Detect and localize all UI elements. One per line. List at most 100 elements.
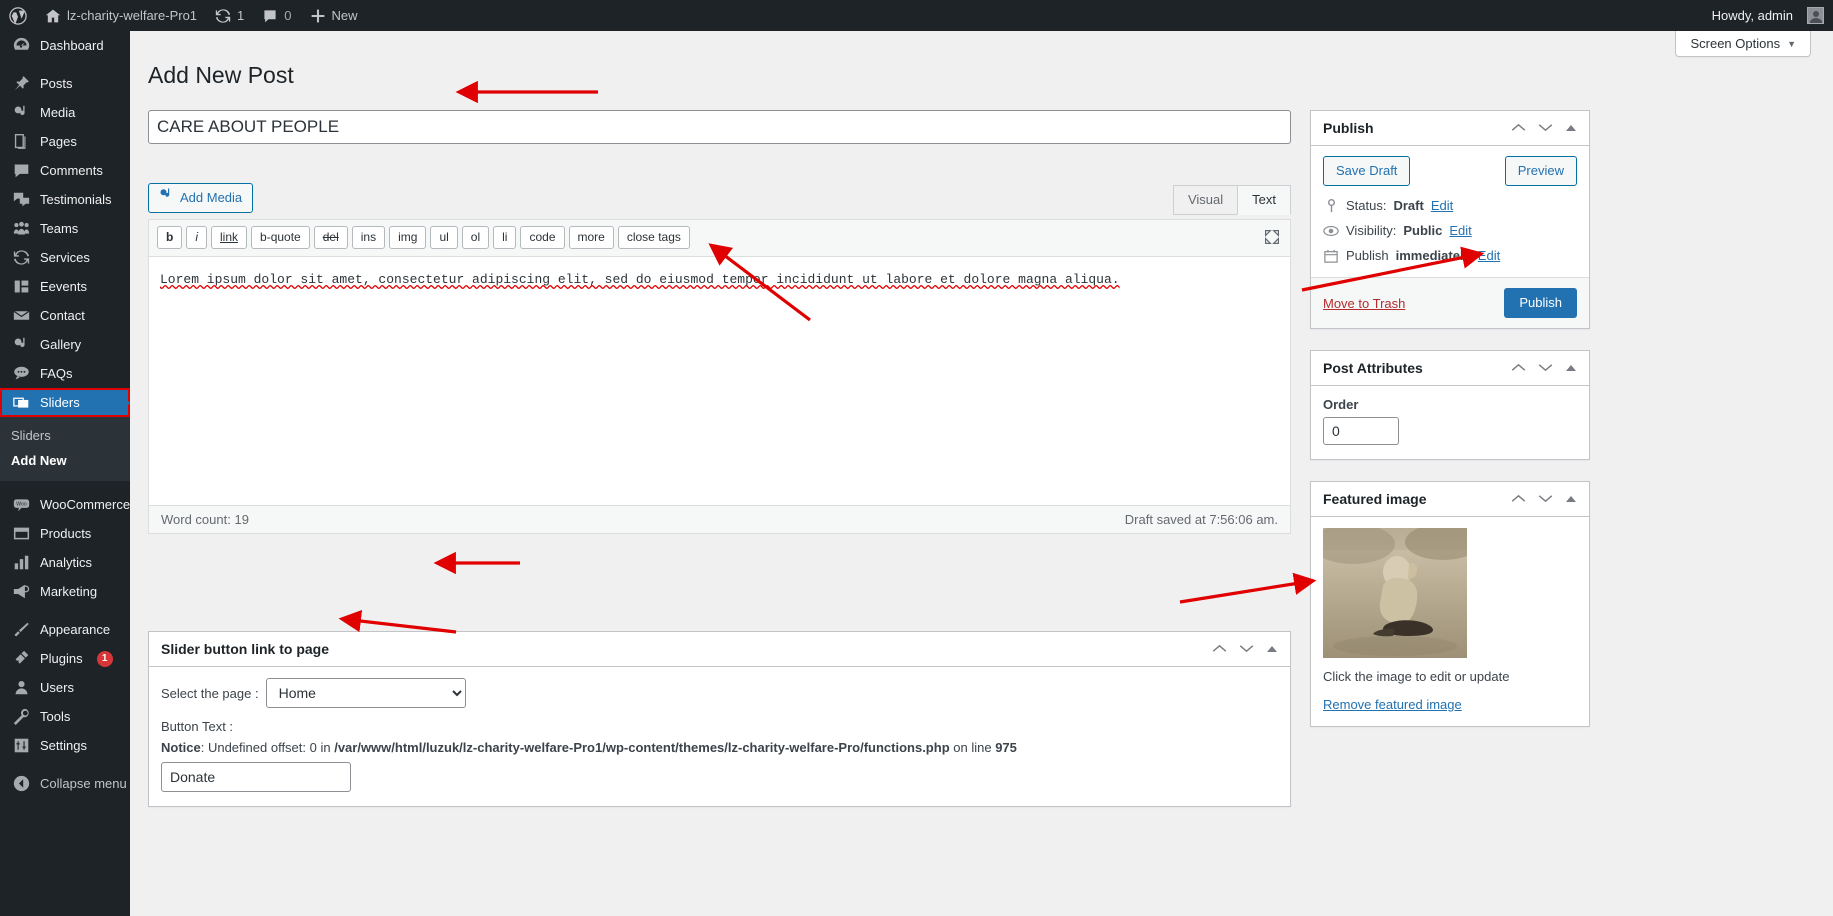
sidebar-item-pages[interactable]: Pages (0, 127, 130, 156)
sidebar-item-analytics[interactable]: Analytics (0, 548, 130, 577)
metabox-header: Publish (1311, 111, 1589, 146)
sidebar-item-teams[interactable]: Teams (0, 214, 130, 243)
chevron-down-icon[interactable] (1239, 643, 1254, 655)
quicktag-li[interactable]: li (493, 226, 517, 249)
preview-button[interactable]: Preview (1504, 156, 1577, 186)
sidebar-item-gallery[interactable]: Gallery (0, 330, 130, 359)
sidebar-item-settings[interactable]: Settings (0, 731, 130, 760)
quicktag-b-quote[interactable]: b-quote (251, 226, 310, 249)
quicktag-code[interactable]: code (520, 226, 565, 249)
sidebar-item-appearance[interactable]: Appearance (0, 615, 130, 644)
draft-saved-label: Draft saved at 7:56:06 am. (1124, 512, 1278, 527)
toggle-panel-icon[interactable] (1565, 362, 1577, 374)
order-input[interactable] (1323, 417, 1399, 445)
collapse-menu-button[interactable]: Collapse menu (0, 769, 130, 798)
quicktag-link[interactable]: link (211, 226, 248, 249)
sidebar-item-products[interactable]: Products (0, 519, 130, 548)
move-to-trash-link[interactable]: Move to Trash (1323, 296, 1405, 311)
remove-featured-image-link[interactable]: Remove featured image (1323, 697, 1462, 712)
sidebar-item-dashboard[interactable]: Dashboard (0, 31, 130, 60)
quicktag-b[interactable]: b (157, 226, 183, 249)
sidebar-item-tools[interactable]: Tools (0, 702, 130, 731)
post-title-input[interactable] (148, 110, 1291, 144)
edit-schedule-link[interactable]: Edit (1478, 248, 1500, 263)
add-media-button[interactable]: Add Media (148, 183, 254, 213)
screen-options-button[interactable]: Screen Options ▼ (1675, 31, 1811, 57)
chevron-down-icon[interactable] (1538, 493, 1553, 505)
select-page-dropdown[interactable]: Home (265, 678, 466, 708)
quicktag-ol[interactable]: ol (461, 226, 490, 249)
comments-menu[interactable]: 0 (253, 0, 300, 31)
chevron-down-icon[interactable] (1538, 362, 1553, 374)
tab-text[interactable]: Text (1237, 185, 1291, 215)
page-title: Add New Post (148, 62, 294, 88)
sidebar-item-users[interactable]: Users (0, 673, 130, 702)
sidebar-item-sliders[interactable]: Sliders (0, 388, 130, 417)
sidebar-item-comments[interactable]: Comments (0, 156, 130, 185)
post-schedule-row: Publish immediately Edit (1323, 243, 1577, 268)
post-status-label: Status: (1346, 198, 1387, 213)
screen-options-label: Screen Options (1690, 36, 1781, 51)
edit-visibility-link[interactable]: Edit (1449, 223, 1471, 238)
sidebar-item-services[interactable]: Services (0, 243, 130, 272)
quicktag-more[interactable]: more (568, 226, 614, 249)
add-media-label: Add Media (180, 190, 243, 205)
site-name-menu[interactable]: lz-charity-welfare-Pro1 (36, 0, 206, 31)
updates-menu[interactable]: 1 (206, 0, 253, 31)
quicktag-i[interactable]: i (186, 226, 208, 249)
services-icon (11, 248, 31, 268)
featured-image-thumbnail[interactable] (1311, 524, 1481, 658)
screen-meta-links: Screen Options ▼ (1675, 31, 1811, 57)
quicktag-del[interactable]: del (313, 226, 348, 249)
sidebar-item-label: Sliders (40, 395, 80, 410)
pin-icon (11, 74, 31, 94)
toggle-panel-icon[interactable] (1266, 643, 1278, 655)
post-status-row: Status: Draft Edit (1323, 193, 1577, 218)
envelope-icon (11, 306, 31, 326)
save-draft-button[interactable]: Save Draft (1323, 156, 1411, 186)
post-content-textarea[interactable]: Lorem ipsum dolor sit amet, consectetur … (149, 257, 1290, 505)
new-content-menu[interactable]: New (301, 0, 367, 31)
wp-logo-menu[interactable] (0, 0, 36, 31)
chevron-up-icon[interactable] (1511, 362, 1526, 374)
sidebar-item-woocommerce[interactable]: Woo WooCommerce (0, 490, 130, 519)
quicktag-img[interactable]: img (389, 226, 427, 249)
site-name-label: lz-charity-welfare-Pro1 (67, 8, 198, 23)
editor-mode-tabs: Visual Text (1172, 185, 1291, 215)
admin-sidebar-menu[interactable]: Dashboard Posts Media Pages Comments Tes… (0, 31, 130, 916)
quicktag-ins[interactable]: ins (351, 226, 386, 249)
updates-count: 1 (237, 8, 245, 23)
chevron-up-icon[interactable] (1511, 493, 1526, 505)
quicktag-close-tags[interactable]: close tags (617, 226, 690, 249)
toggle-panel-icon[interactable] (1565, 122, 1577, 134)
publish-button[interactable]: Publish (1504, 288, 1577, 318)
distraction-free-icon[interactable] (1264, 229, 1280, 248)
sidebar-item-contact[interactable]: Contact (0, 301, 130, 330)
editor-container: b i link b-quote del ins img ul ol li co… (148, 219, 1291, 534)
quicktag-ul[interactable]: ul (430, 226, 458, 249)
admin-bar-right: Howdy, admin (1703, 0, 1833, 31)
sidebar-item-testimonials[interactable]: Testimonials (0, 185, 130, 214)
post-schedule-label: Publish (1346, 248, 1389, 263)
sidebar-subitem-add-new[interactable]: Add New (0, 448, 130, 473)
chevron-down-icon[interactable] (1538, 122, 1553, 134)
toggle-panel-icon[interactable] (1565, 493, 1577, 505)
sidebar-item-eevents[interactable]: Eevents (0, 272, 130, 301)
sidebar-item-marketing[interactable]: Marketing (0, 577, 130, 606)
chevron-up-icon[interactable] (1212, 643, 1227, 655)
featured-image-caption: Click the image to edit or update (1323, 669, 1510, 684)
woocommerce-icon: Woo (11, 495, 31, 515)
sidebar-subitem-sliders[interactable]: Sliders (0, 423, 130, 448)
select-page-row: Select the page : Home (161, 678, 1278, 708)
post-title-wrap (148, 110, 1291, 144)
sidebar-item-posts[interactable]: Posts (0, 69, 130, 98)
edit-status-link[interactable]: Edit (1431, 198, 1453, 213)
my-account-menu[interactable]: Howdy, admin (1703, 0, 1833, 31)
metabox-title: Publish (1323, 120, 1374, 136)
tab-visual[interactable]: Visual (1172, 185, 1239, 215)
sidebar-item-faqs[interactable]: FAQs (0, 359, 130, 388)
sidebar-item-media[interactable]: Media (0, 98, 130, 127)
sidebar-item-plugins[interactable]: Plugins 1 (0, 644, 130, 673)
button-text-input[interactable] (161, 762, 351, 792)
chevron-up-icon[interactable] (1511, 122, 1526, 134)
